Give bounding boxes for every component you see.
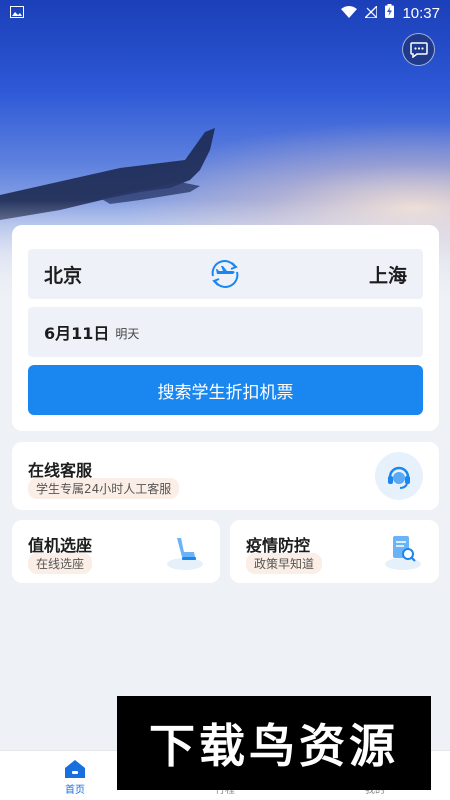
departure-date-selector[interactable]: 6月11日 明天 — [28, 307, 423, 357]
document-search-icon — [385, 536, 421, 570]
flight-search-card: 北京 上海 6月11日 明天 搜索学生折扣机票 — [12, 225, 439, 431]
gallery-icon — [10, 4, 24, 22]
departure-date: 6月11日 — [44, 324, 110, 343]
wifi-icon — [341, 4, 358, 22]
watermark-banner: 下载鸟资源 — [117, 696, 431, 790]
seat-selection-tag: 在线选座 — [28, 553, 93, 574]
relative-day-label: 明天 — [115, 327, 140, 341]
departure-city[interactable]: 北京 — [44, 261, 82, 288]
arrival-city[interactable]: 上海 — [369, 261, 407, 288]
epidemic-control-card[interactable]: 疫情防控 政策早知道 — [230, 520, 439, 583]
customer-service-tag: 学生专属24小时人工客服 — [28, 478, 180, 499]
no-signal-icon — [363, 4, 379, 22]
swap-cities-icon[interactable] — [207, 256, 243, 292]
home-icon — [65, 760, 85, 778]
clock-time: 10:37 — [402, 4, 440, 22]
check-in-seat-card[interactable]: 值机选座 在线选座 — [12, 520, 220, 583]
route-selector: 北京 上海 — [28, 249, 423, 299]
search-flights-button[interactable]: 搜索学生折扣机票 — [28, 365, 423, 415]
online-customer-service-card[interactable]: 在线客服 学生专属24小时人工客服 — [12, 442, 439, 510]
battery-charging-icon — [385, 4, 395, 22]
status-bar: 10:37 — [0, 0, 450, 26]
headset-icon — [388, 466, 410, 489]
headset-icon-container — [375, 452, 423, 500]
message-button[interactable] — [402, 33, 435, 66]
seat-icon — [167, 538, 203, 570]
chat-bubble-icon — [409, 41, 428, 58]
nav-home[interactable]: 首页 — [25, 751, 125, 796]
epidemic-tag: 政策早知道 — [246, 553, 323, 574]
nav-home-label: 首页 — [65, 785, 85, 796]
